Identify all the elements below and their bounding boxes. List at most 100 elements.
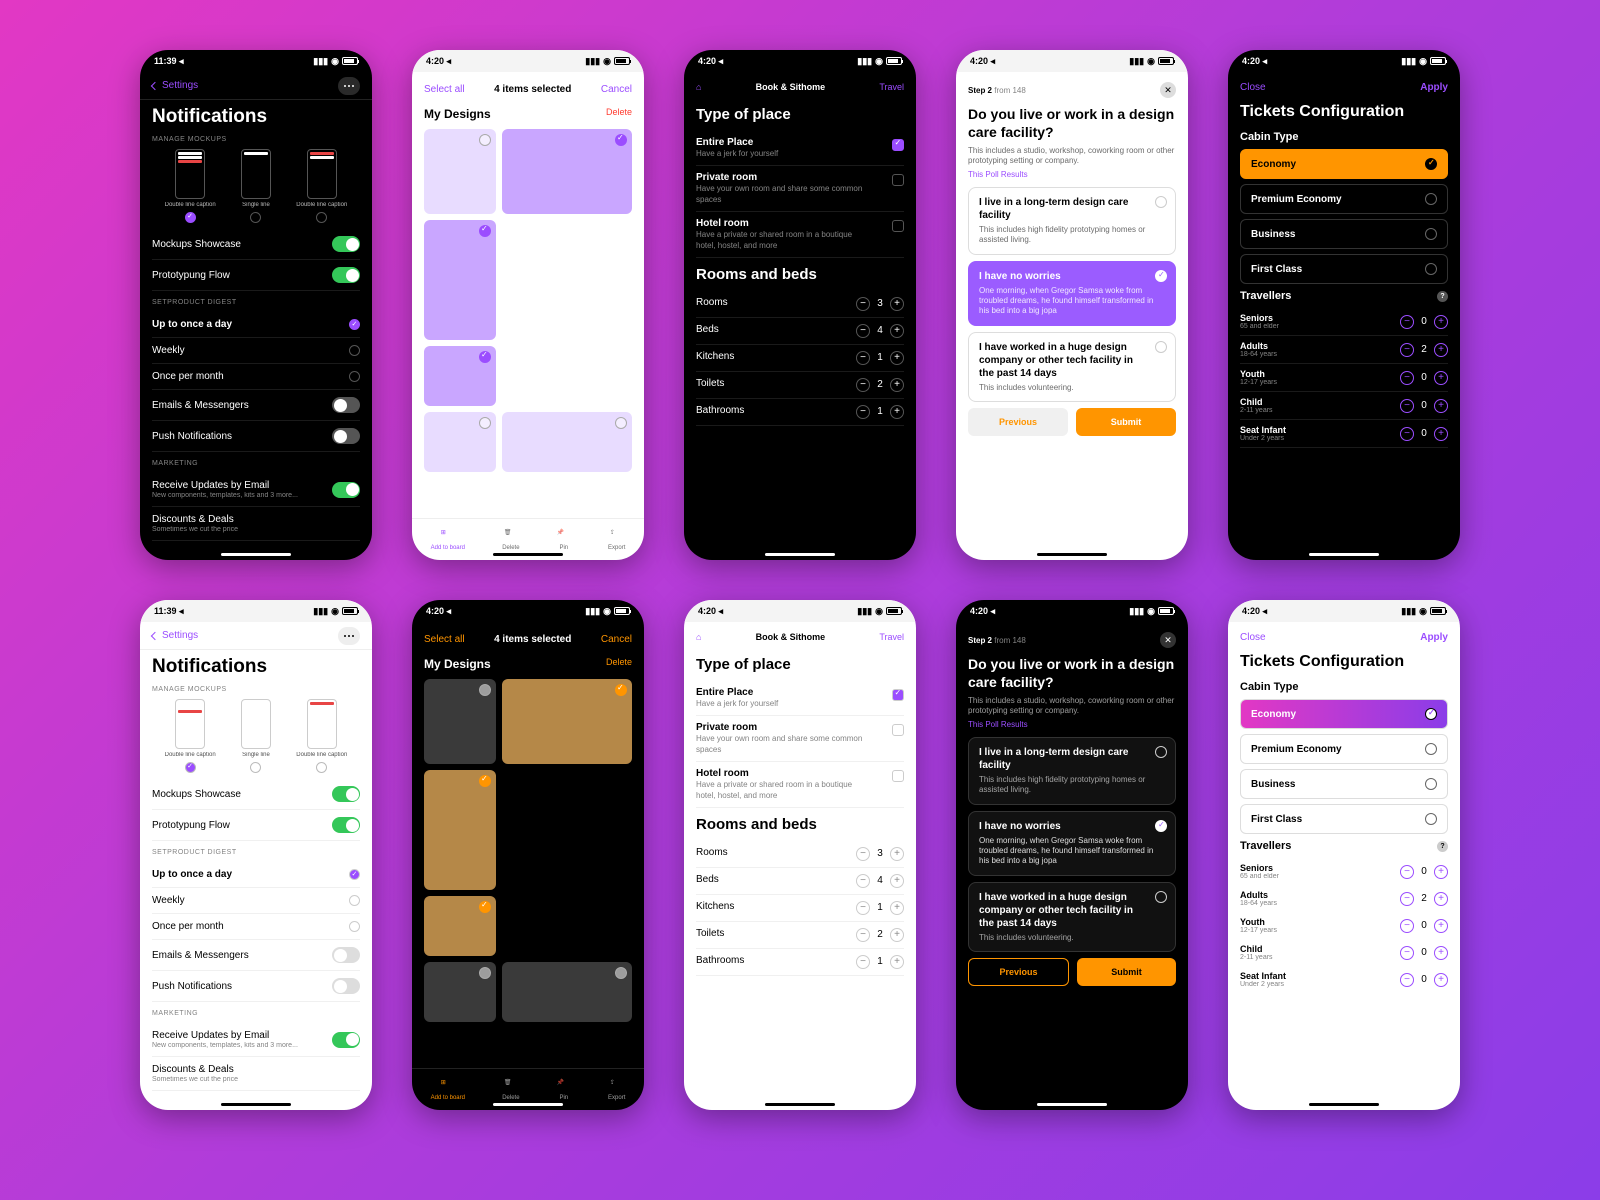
cancel-button[interactable]: Cancel [601,84,632,95]
place-option[interactable]: Entire PlaceHave a jerk for yourself [696,681,904,716]
plus-button[interactable]: + [890,874,904,888]
setting-row[interactable]: Once per month [152,914,360,940]
close-button[interactable]: ✕ [1160,82,1176,98]
plus-button[interactable]: + [1434,399,1448,413]
tab-delete[interactable]: 🗑Delete [502,1079,519,1101]
design-card[interactable] [424,896,496,956]
design-card[interactable] [424,770,496,890]
setting-row[interactable]: Discounts & DealsSometimes we cut the pr… [152,1057,360,1091]
toggle[interactable] [332,236,360,252]
info-icon[interactable]: ? [1437,291,1448,302]
design-card[interactable] [424,129,496,214]
setting-row[interactable]: Mockups Showcase [152,779,360,810]
setting-row[interactable]: Up to once a day [152,862,360,888]
tab-export[interactable]: ⇪Export [608,529,625,551]
poll-option[interactable]: I live in a long-term design care facili… [968,737,1176,805]
toggle[interactable] [332,786,360,802]
setting-row[interactable]: Push Notifications [152,421,360,452]
design-card[interactable] [502,679,632,764]
submit-button[interactable]: Submit [1076,408,1176,436]
minus-button[interactable]: − [856,874,870,888]
mockup-option[interactable]: Double line caption [296,699,347,773]
poll-option[interactable]: I have no worriesOne morning, when Grego… [968,811,1176,876]
plus-button[interactable]: + [890,928,904,942]
select-all-button[interactable]: Select all [424,634,465,645]
minus-button[interactable]: − [856,928,870,942]
toggle[interactable] [332,978,360,994]
toggle[interactable] [332,397,360,413]
cabin-option[interactable]: First Class [1240,254,1448,284]
setting-row[interactable]: Emails & Messengers [152,390,360,421]
previous-button[interactable]: Previous [968,958,1069,986]
setting-row[interactable]: Weekly [152,888,360,914]
minus-button[interactable]: − [1400,315,1414,329]
cabin-option[interactable]: Economy [1240,149,1448,179]
design-card[interactable] [424,679,496,764]
toggle[interactable] [332,428,360,444]
place-option[interactable]: Private roomHave your own room and share… [696,166,904,212]
close-button[interactable]: Close [1240,632,1266,643]
mockup-option[interactable]: Double line caption [296,149,347,223]
more-button[interactable] [338,627,360,645]
place-option[interactable]: Hotel roomHave a private or shared room … [696,212,904,258]
minus-button[interactable]: − [1400,973,1414,987]
minus-button[interactable]: − [1400,343,1414,357]
plus-button[interactable]: + [1434,343,1448,357]
cancel-button[interactable]: Cancel [601,634,632,645]
plus-button[interactable]: + [890,847,904,861]
place-option[interactable]: Entire PlaceHave a jerk for yourself [696,131,904,166]
design-card[interactable] [502,412,632,472]
setting-row[interactable]: Mockups Showcase [152,229,360,260]
minus-button[interactable]: − [856,297,870,311]
plus-button[interactable]: + [1434,973,1448,987]
design-card[interactable] [424,412,496,472]
minus-button[interactable]: − [1400,865,1414,879]
tab-export[interactable]: ⇪Export [608,1079,625,1101]
minus-button[interactable]: − [1400,427,1414,441]
toggle[interactable] [332,817,360,833]
plus-button[interactable]: + [890,324,904,338]
design-card[interactable] [424,962,496,1022]
travel-button[interactable]: Travel [879,632,904,642]
design-card[interactable] [502,129,632,214]
setting-row[interactable]: Weekly [152,338,360,364]
more-button[interactable] [338,77,360,95]
minus-button[interactable]: − [856,405,870,419]
results-link[interactable]: This Poll Results [968,720,1176,729]
plus-button[interactable]: + [1434,919,1448,933]
place-option[interactable]: Hotel roomHave a private or shared room … [696,762,904,808]
select-all-button[interactable]: Select all [424,84,465,95]
setting-row[interactable]: Push Notifications [152,971,360,1002]
cabin-option[interactable]: First Class [1240,804,1448,834]
plus-button[interactable]: + [890,955,904,969]
toggle[interactable] [332,267,360,283]
cabin-option[interactable]: Business [1240,219,1448,249]
info-icon[interactable]: ? [1437,841,1448,852]
delete-button[interactable]: Delete [606,657,632,671]
plus-button[interactable]: + [1434,315,1448,329]
cabin-option[interactable]: Premium Economy [1240,184,1448,214]
minus-button[interactable]: − [1400,946,1414,960]
close-button[interactable]: ✕ [1160,632,1176,648]
poll-option[interactable]: I live in a long-term design care facili… [968,187,1176,255]
plus-button[interactable]: + [890,351,904,365]
back-button[interactable]: Settings [152,630,198,641]
minus-button[interactable]: − [856,847,870,861]
plus-button[interactable]: + [1434,371,1448,385]
delete-button[interactable]: Delete [606,107,632,121]
tab-delete[interactable]: 🗑Delete [502,529,519,551]
plus-button[interactable]: + [1434,427,1448,441]
tab-pin[interactable]: 📌Pin [557,529,571,551]
poll-option[interactable]: I have no worriesOne morning, when Grego… [968,261,1176,326]
results-link[interactable]: This Poll Results [968,170,1176,179]
minus-button[interactable]: − [1400,399,1414,413]
setting-row[interactable]: Receive Updates by EmailNew components, … [152,473,360,507]
setting-row[interactable]: Discounts & DealsSometimes we cut the pr… [152,507,360,541]
minus-button[interactable]: − [856,901,870,915]
minus-button[interactable]: − [1400,371,1414,385]
plus-button[interactable]: + [1434,865,1448,879]
tab-add-to-board[interactable]: ⊞Add to board [431,1079,465,1101]
apply-button[interactable]: Apply [1420,82,1448,93]
minus-button[interactable]: − [1400,919,1414,933]
plus-button[interactable]: + [1434,946,1448,960]
